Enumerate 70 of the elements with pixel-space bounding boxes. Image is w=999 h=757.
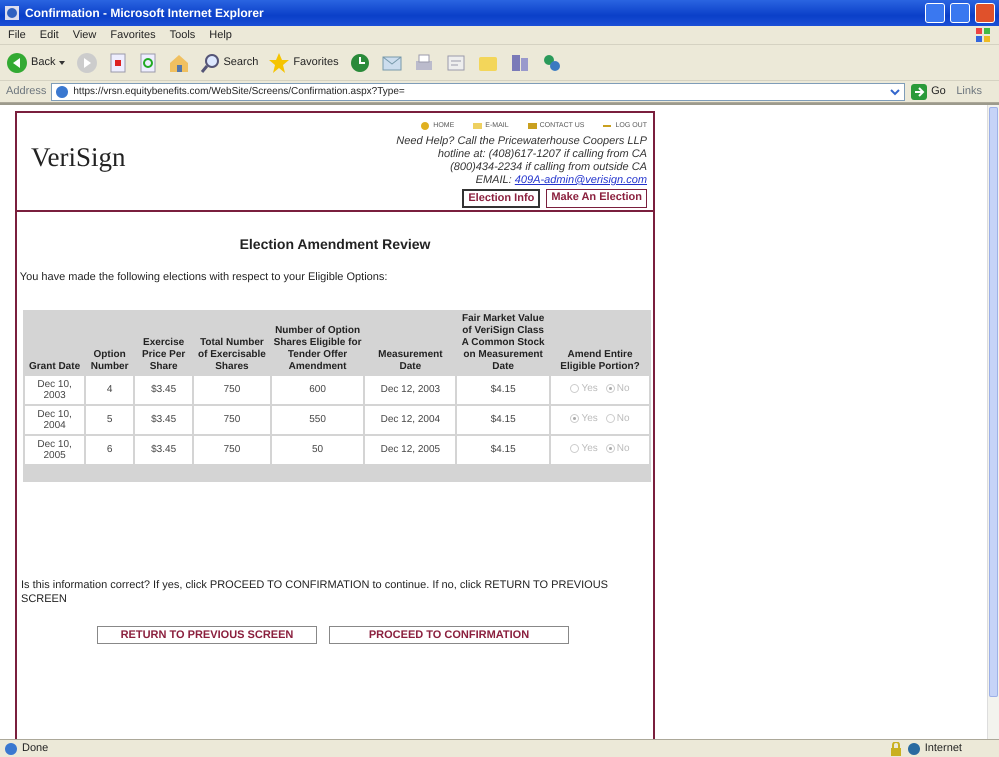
confirmation-question: Is this information correct? If yes, click PROCEED TO CONFIRMATION to continue. If no, click RETURN TO PREVIOUS SCREEN bbox=[21, 578, 610, 606]
menu-item[interactable]: Edit bbox=[40, 26, 59, 44]
link-icon bbox=[526, 120, 537, 130]
table-cell: 600 bbox=[272, 376, 364, 404]
search-button[interactable]: Search bbox=[200, 52, 258, 72]
page-icon bbox=[55, 84, 70, 98]
help-text: (800)434-2234 if calling from outside CA bbox=[449, 161, 647, 174]
star-icon bbox=[268, 52, 290, 74]
menu-item[interactable]: View bbox=[72, 26, 96, 44]
browser-icon bbox=[4, 5, 20, 21]
page-button[interactable]: PROCEED TO CONFIRMATION bbox=[329, 626, 569, 644]
table-cell: $3.45 bbox=[135, 436, 192, 464]
table-cell: 750 bbox=[194, 406, 270, 434]
link-icon bbox=[472, 120, 482, 130]
table-cell: Dec 10, 2005 bbox=[25, 436, 84, 464]
table-cell: $3.45 bbox=[135, 406, 192, 434]
nav-tab[interactable]: Election Info bbox=[462, 189, 540, 208]
table-cell: Dec 12, 2005 bbox=[365, 436, 456, 464]
stop-icon[interactable] bbox=[108, 52, 128, 74]
menu-item[interactable]: Favorites bbox=[110, 26, 156, 44]
url-text: https://vrsn.equitybenefits.com/WebSite/Screens/Confirmation.aspx?Type= bbox=[73, 85, 406, 99]
table-cell: Dec 12, 2003 bbox=[365, 376, 456, 404]
link-icon bbox=[420, 120, 430, 130]
table-cell: $4.15 bbox=[457, 376, 550, 404]
verisign-logo: VeriSign bbox=[31, 141, 126, 174]
help-text: Need Help? Call the Pricewaterhouse Coopers LLP bbox=[396, 135, 647, 148]
status-text: Done bbox=[22, 741, 50, 756]
history-icon[interactable] bbox=[348, 52, 371, 74]
page-heading: Election Amendment Review bbox=[238, 235, 432, 254]
email-label: EMAIL: bbox=[476, 174, 513, 186]
close-button[interactable] bbox=[975, 3, 995, 23]
back-button[interactable]: Back bbox=[6, 52, 66, 74]
address-label: Address bbox=[6, 84, 46, 100]
lock-icon bbox=[888, 742, 903, 756]
links-button[interactable]: Links bbox=[956, 83, 982, 100]
scrollbar[interactable] bbox=[987, 105, 999, 739]
windows-flag-icon bbox=[975, 26, 991, 43]
nav-tab[interactable]: Make An Election bbox=[546, 189, 647, 208]
intro-text: You have made the following elections with respect to your Eligible Options: bbox=[18, 270, 388, 285]
menu-item[interactable]: Help bbox=[209, 26, 232, 44]
page-icon bbox=[4, 742, 18, 756]
go-button[interactable]: Go bbox=[910, 82, 946, 100]
page-button[interactable]: RETURN TO PREVIOUS SCREEN bbox=[97, 626, 317, 644]
maximize-button[interactable] bbox=[950, 3, 970, 23]
table-cell: 750 bbox=[194, 436, 270, 464]
zone-text: Internet bbox=[924, 741, 962, 756]
table-cell: $4.15 bbox=[457, 436, 550, 464]
email-link[interactable]: 409A-admin@verisign.com bbox=[514, 174, 647, 186]
table-cell: Dec 10, 2003 bbox=[25, 376, 84, 404]
help-text: hotline at: (408)617-1207 if calling from CA bbox=[436, 148, 647, 161]
table-cell: 550 bbox=[272, 406, 364, 434]
table-cell: $4.15 bbox=[457, 406, 550, 434]
table-cell: $3.45 bbox=[135, 376, 192, 404]
window-title: Confirmation - Microsoft Internet Explorer bbox=[25, 5, 265, 22]
table-cell: 750 bbox=[194, 376, 270, 404]
caret-icon bbox=[58, 58, 66, 66]
minimize-button[interactable] bbox=[925, 3, 945, 23]
menu-item[interactable]: File bbox=[8, 26, 26, 44]
address-field[interactable]: https://vrsn.equitybenefits.com/WebSite/Screens/Confirmation.aspx?Type= bbox=[51, 82, 906, 100]
favorites-button[interactable]: Favorites bbox=[268, 52, 339, 74]
table-cell: Dec 12, 2004 bbox=[365, 406, 456, 434]
menu-item[interactable]: Tools bbox=[170, 26, 196, 44]
table-cell: 4 bbox=[86, 376, 134, 404]
table-cell: 5 bbox=[86, 406, 134, 434]
globe-icon bbox=[906, 742, 921, 756]
table-cell: 6 bbox=[86, 436, 134, 464]
refresh-icon[interactable] bbox=[138, 52, 158, 74]
search-icon bbox=[200, 52, 220, 72]
table-cell: 50 bbox=[272, 436, 364, 464]
table-cell: Dec 10, 2004 bbox=[25, 406, 84, 434]
